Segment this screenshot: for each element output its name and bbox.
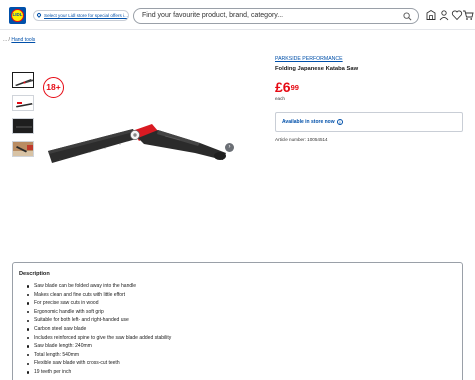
availability-text: Available in store now [282, 119, 335, 125]
description-list: Saw blade can be folded away into the ha… [26, 282, 171, 377]
store-selector-label: Select your Lidl store for special offer… [44, 13, 128, 18]
description-bullet: Flexible saw blade with cross-cut teeth [26, 359, 171, 368]
search-input[interactable]: Find your favourite product, brand, cate… [142, 12, 283, 19]
saw-thumbnail-icon [15, 79, 33, 86]
search-bar[interactable]: Find your favourite product, brand, cate… [133, 8, 419, 24]
breadcrumb-prefix: ... / [3, 37, 10, 43]
breadcrumb-link-hand-tools[interactable]: Hand tools [11, 37, 35, 43]
description-bullet: Total length: 540mm [26, 351, 171, 360]
description-bullet: Ergonomic handle with soft grip [26, 308, 171, 317]
description-bullet: 19 teeth per inch [26, 368, 171, 377]
thumbnail-4[interactable] [12, 141, 34, 157]
store-icon[interactable] [425, 9, 437, 21]
search-icon[interactable] [403, 12, 412, 21]
description-bullet: Makes clean and fine cuts with little ef… [26, 291, 171, 300]
description-bullet: Saw blade length: 240mm [26, 342, 171, 351]
breadcrumb: ... / Hand tools [3, 37, 35, 43]
description-bullet: Includes reinforced spine to give the sa… [26, 334, 171, 343]
thumbnail-2[interactable] [12, 95, 34, 111]
chevron-right-icon: › [228, 144, 231, 150]
age-restriction-badge: 18+ [43, 77, 64, 98]
next-image-button[interactable]: › [225, 143, 234, 152]
info-icon[interactable]: i [337, 119, 343, 125]
description-bullet: Saw blade can be folded away into the ha… [26, 282, 171, 291]
brand-link[interactable]: PARKSIDE PERFORMANCE [275, 56, 343, 62]
article-number: Article number: 10054514 [275, 137, 328, 142]
header: LIDL Select your Lidl store for special … [0, 0, 475, 30]
price-currency: £ [275, 79, 283, 95]
availability-box: Available in store now i [275, 112, 463, 132]
description-bullet: Suitable for both left- and right-handed… [26, 316, 171, 325]
saw-side-thumbnail-icon [13, 119, 33, 133]
location-pin-icon [36, 12, 42, 18]
logo-text: LIDL [12, 12, 23, 17]
description-bullet: Carbon steel saw blade [26, 325, 171, 334]
price: £699 [275, 80, 299, 94]
thumbnail-3[interactable] [12, 118, 34, 134]
price-unit: each [275, 96, 285, 101]
description-panel: Description Saw blade can be folded away… [12, 262, 463, 380]
saw-folded-thumbnail-icon [16, 102, 33, 108]
price-whole: 6 [282, 79, 291, 95]
product-image-saw [48, 124, 226, 163]
lidl-logo[interactable]: LIDL [9, 7, 26, 24]
saw-in-use-thumbnail-icon [13, 142, 33, 156]
thumbnail-1[interactable] [12, 72, 34, 88]
description-bullet: For precise saw cuts in wood [26, 299, 171, 308]
user-icon[interactable] [438, 9, 450, 21]
store-selector-button[interactable]: Select your Lidl store for special offer… [33, 10, 129, 21]
product-title: Folding Japanese Kataba Saw [275, 66, 359, 72]
description-title: Description [19, 271, 50, 277]
price-decimal: 99 [290, 83, 299, 92]
cart-icon[interactable] [462, 9, 474, 21]
